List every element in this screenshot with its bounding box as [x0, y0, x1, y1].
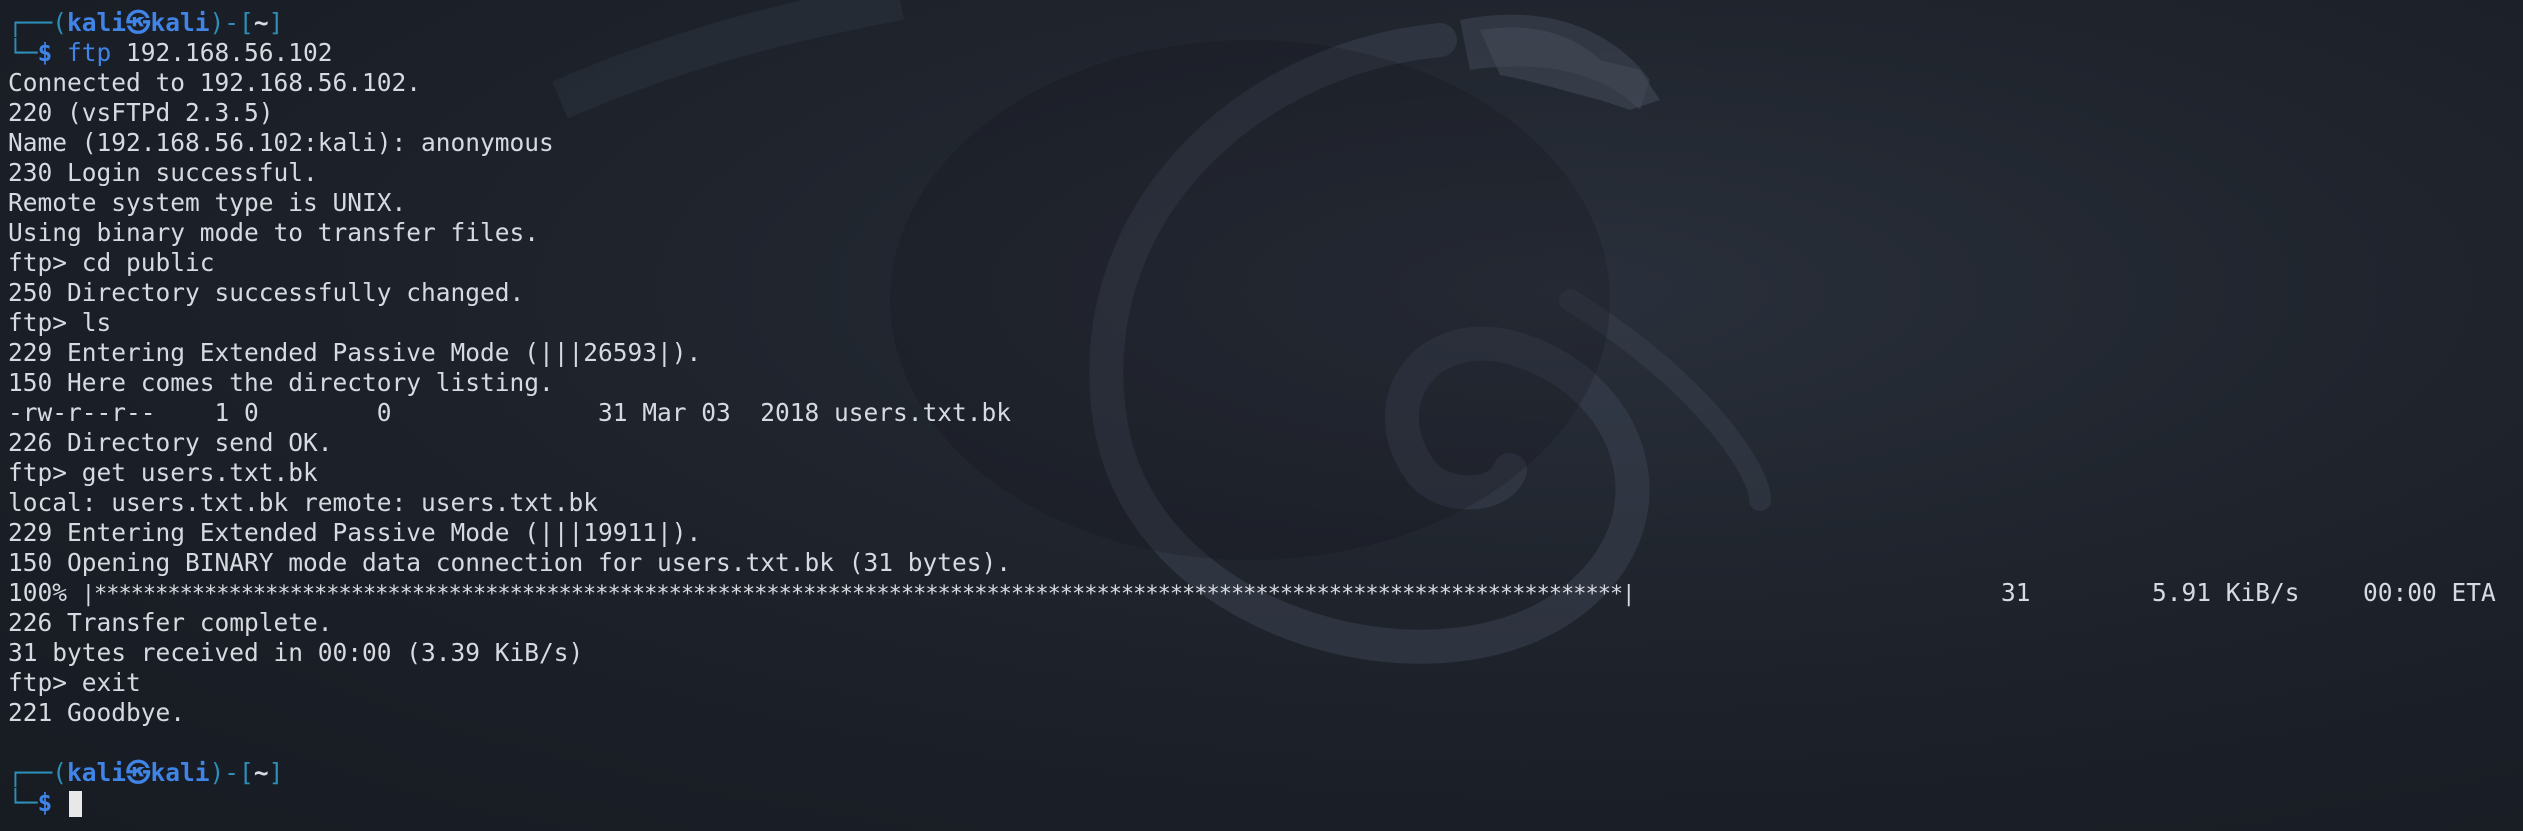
output-line: 229 Entering Extended Passive Mode (|||1…	[8, 518, 702, 547]
prompt-dollar: $	[37, 788, 68, 817]
prompt-at-icon: ㉿	[126, 8, 151, 37]
output-line: 221 Goodbye.	[8, 698, 186, 727]
output-line: 230 Login successful.	[8, 158, 318, 187]
input-line[interactable]: └─$	[8, 788, 2518, 818]
prompt-frame: └─	[8, 788, 38, 817]
output-line: 226 Transfer complete.	[8, 608, 333, 637]
prompt-top-line: ┌──(kali㉿kali)-[~]	[8, 8, 2518, 38]
terminal-window[interactable]: ┌──(kali㉿kali)-[~] └─$ ftp 192.168.56.10…	[0, 0, 2523, 831]
command-args: 192.168.56.102	[111, 38, 333, 67]
progress-bytes: 31	[2001, 578, 2031, 607]
progress-eta: 00:00 ETA	[2363, 578, 2496, 607]
output-line: 250 Directory successfully changed.	[8, 278, 525, 307]
terminal-output: ┌──(kali㉿kali)-[~] └─$ ftp 192.168.56.10…	[8, 8, 2518, 818]
prompt-frame: ]	[268, 8, 284, 37]
progress-rate: 5.91 KiB/s	[2152, 578, 2300, 607]
prompt-dir: ~	[253, 758, 269, 787]
command-line: └─$ ftp 192.168.56.102	[8, 38, 2518, 68]
prompt-dir: ~	[253, 8, 269, 37]
output-line: Remote system type is UNIX.	[8, 188, 407, 217]
output-line: -rw-r--r-- 1 0 0 31 Mar 03 2018 users.tx…	[8, 398, 1012, 427]
output-line: ftp> exit	[8, 668, 141, 697]
output-line: ftp> ls	[8, 308, 112, 337]
prompt-host: kali	[150, 8, 210, 37]
output-line: 150 Here comes the directory listing.	[8, 368, 554, 397]
output-line: 220 (vsFTPd 2.3.5)	[8, 98, 274, 127]
prompt-frame: )-[	[209, 758, 254, 787]
prompt-user: kali	[67, 8, 127, 37]
output-line: 226 Directory send OK.	[8, 428, 333, 457]
prompt-user: kali	[67, 758, 127, 787]
output-line: ftp> get users.txt.bk	[8, 458, 318, 487]
output-line: Using binary mode to transfer files.	[8, 218, 540, 247]
transfer-progress-line: 100% |**********************************…	[8, 578, 2518, 608]
progress-percent: 100%	[8, 578, 68, 607]
prompt-frame: └─	[8, 38, 38, 67]
prompt-frame: )-[	[209, 8, 254, 37]
output-line: local: users.txt.bk remote: users.txt.bk	[8, 488, 599, 517]
prompt-dollar: $	[37, 38, 68, 67]
prompt-frame: ┌──(	[8, 8, 68, 37]
prompt-top-line: ┌──(kali㉿kali)-[~]	[8, 758, 2518, 788]
progress-bar: |***************************************…	[81, 582, 1636, 607]
output-line: 150 Opening BINARY mode data connection …	[8, 548, 1012, 577]
prompt-host: kali	[150, 758, 210, 787]
output-line: 229 Entering Extended Passive Mode (|||2…	[8, 338, 702, 367]
output-line: Name (192.168.56.102:kali): anonymous	[8, 128, 554, 157]
block-cursor[interactable]	[69, 791, 83, 817]
output-line: Connected to 192.168.56.102.	[8, 68, 422, 97]
command-name: ftp	[67, 38, 112, 67]
prompt-frame: ┌──(	[8, 758, 68, 787]
output-line: ftp> cd public	[8, 248, 215, 277]
output-line: 31 bytes received in 00:00 (3.39 KiB/s)	[8, 638, 584, 667]
prompt-frame: ]	[268, 758, 284, 787]
prompt-at-icon: ㉿	[126, 758, 151, 787]
